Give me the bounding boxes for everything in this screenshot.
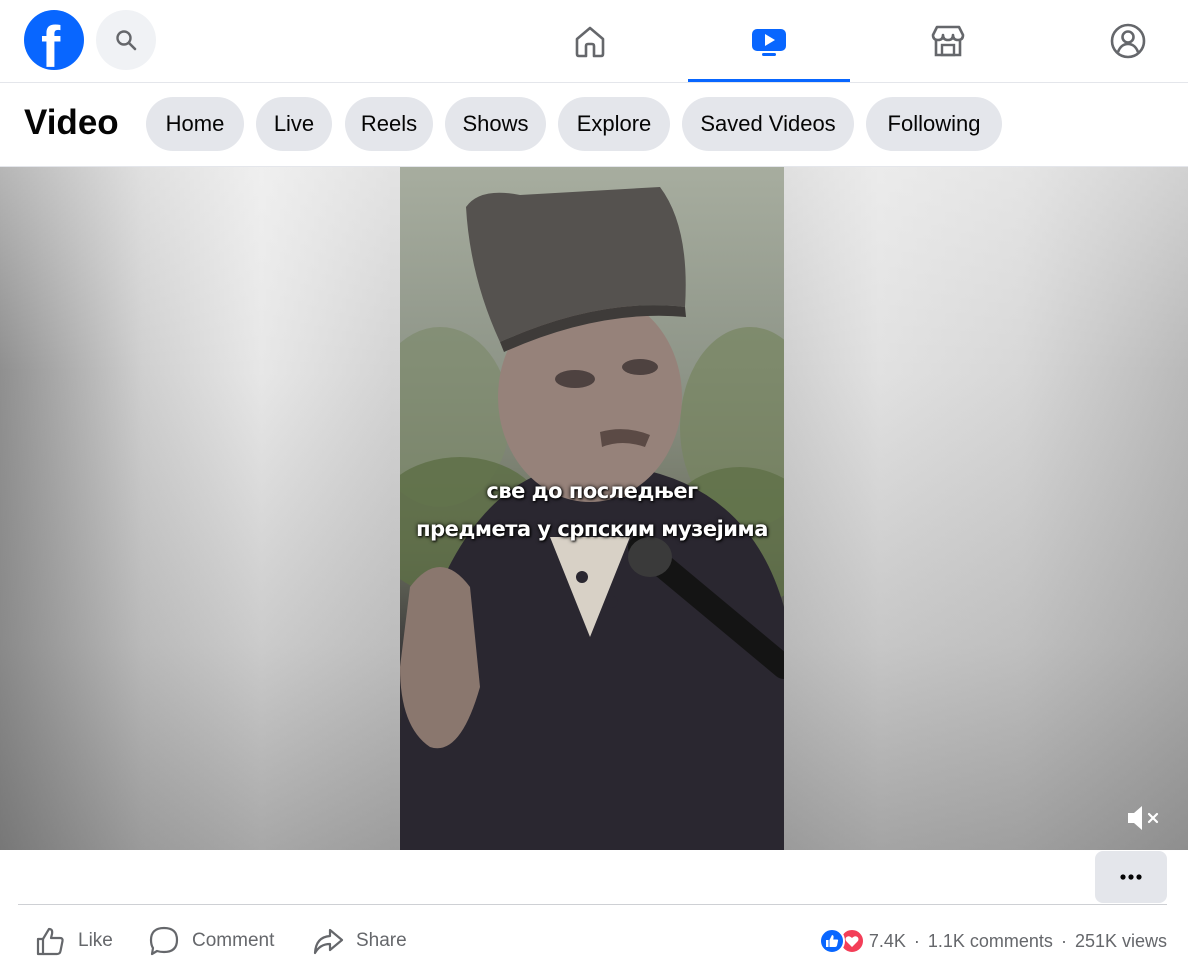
top-navigation-bar: f bbox=[0, 0, 1188, 83]
more-dots-icon bbox=[1120, 874, 1142, 880]
video-player[interactable]: све до последњег предмета у српским музе… bbox=[0, 167, 1188, 850]
engagement-stats: 7.4K · 1.1K comments · 251K views bbox=[818, 926, 1167, 956]
more-options-button[interactable] bbox=[1095, 851, 1167, 903]
comment-label: Comment bbox=[192, 930, 275, 951]
video-caption-line-1: све до последњег bbox=[486, 479, 698, 503]
chip-explore[interactable]: Explore bbox=[558, 97, 670, 151]
chip-home[interactable]: Home bbox=[146, 97, 244, 151]
chip-shows[interactable]: Shows bbox=[445, 97, 546, 151]
view-count: 251K views bbox=[1074, 930, 1167, 951]
like-label: Like bbox=[78, 930, 113, 951]
nav-tab-marketplace[interactable] bbox=[867, 0, 1029, 82]
chip-live[interactable]: Live bbox=[256, 97, 332, 151]
stats-separator: · bbox=[1060, 930, 1067, 951]
comment-count[interactable]: 1.1K comments bbox=[928, 931, 1053, 952]
comment-button[interactable]: Comment bbox=[148, 920, 274, 962]
volume-muted-icon bbox=[1128, 806, 1159, 830]
video-section-header: Video Home Live Reels Shows Explore Save… bbox=[0, 83, 1188, 167]
nav-tab-profile[interactable] bbox=[1047, 0, 1188, 82]
profile-icon bbox=[1110, 23, 1146, 59]
facebook-logo[interactable]: f bbox=[24, 10, 84, 70]
comment-bubble-icon bbox=[149, 926, 179, 956]
search-button[interactable] bbox=[96, 10, 156, 70]
stats-separator: · bbox=[913, 930, 920, 951]
home-icon bbox=[575, 26, 605, 58]
share-label: Share bbox=[356, 930, 407, 951]
nav-tab-home[interactable] bbox=[509, 0, 671, 82]
video-icon bbox=[752, 29, 786, 56]
page-title: Video bbox=[24, 103, 119, 142]
thumbs-up-icon bbox=[36, 927, 64, 956]
facebook-logo-letter: f bbox=[41, 15, 61, 70]
chip-reels[interactable]: Reels bbox=[345, 97, 433, 151]
search-icon bbox=[116, 30, 137, 51]
mute-toggle[interactable] bbox=[1124, 801, 1164, 835]
video-frame[interactable]: све до последњег предмета у српским музе… bbox=[400, 167, 784, 850]
video-caption-line-2: предмета у српским музејима bbox=[416, 517, 768, 541]
reaction-count[interactable]: 7.4K bbox=[869, 931, 906, 952]
nav-tab-video[interactable] bbox=[688, 0, 850, 82]
like-reaction-icon bbox=[818, 928, 845, 954]
share-button[interactable]: Share bbox=[312, 920, 407, 962]
marketplace-icon bbox=[931, 25, 965, 57]
actions-divider bbox=[18, 904, 1167, 905]
video-still-image bbox=[400, 187, 784, 850]
like-button[interactable]: Like bbox=[34, 920, 113, 962]
chip-saved-videos[interactable]: Saved Videos bbox=[682, 97, 854, 151]
chip-following[interactable]: Following bbox=[866, 97, 1002, 151]
share-arrow-icon bbox=[313, 928, 344, 955]
